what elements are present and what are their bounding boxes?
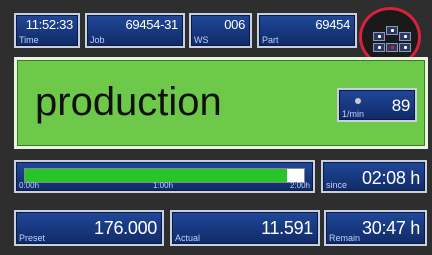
ws-panel[interactable]: 006 WS xyxy=(189,13,252,48)
ws-label: WS xyxy=(194,35,209,45)
rate-value: 89 xyxy=(391,96,411,115)
time-panel: 11:52:33 Time xyxy=(14,13,80,48)
indicator-dot-icon xyxy=(355,98,361,104)
actual-value: 11.591 xyxy=(261,218,313,238)
job-label: Job xyxy=(90,35,105,45)
timeline-tick-mid: 1:00h xyxy=(153,181,174,190)
rate-label: 1/min xyxy=(342,109,365,119)
preset-value: 176.000 xyxy=(94,218,157,238)
since-panel: 02:08 h since xyxy=(321,160,427,193)
since-value: 02:08 h xyxy=(362,168,420,188)
actual-panel: 11.591 Actual xyxy=(170,210,320,246)
ws-value: 006 xyxy=(224,17,245,32)
actual-label: Actual xyxy=(175,233,201,243)
cell-icon xyxy=(373,43,385,52)
job-panel[interactable]: 69454-31 Job xyxy=(85,13,185,48)
timeline-tick-start: 0:00h xyxy=(19,181,40,190)
cell-icon xyxy=(399,43,411,52)
rate-panel: 89 1/min xyxy=(337,88,417,122)
since-label: since xyxy=(326,180,348,190)
alarm-icon xyxy=(386,43,398,52)
remain-value: 30:47 h xyxy=(362,218,420,238)
cell-icon xyxy=(373,32,385,41)
remain-label: Remain xyxy=(329,233,361,243)
remain-panel: 30:47 h Remain xyxy=(324,210,427,246)
timeline-tick-end: 2:00h xyxy=(289,181,310,190)
status-text: production xyxy=(35,80,222,124)
part-panel[interactable]: 69454 Part xyxy=(257,13,357,48)
time-value: 11:52:33 xyxy=(25,17,74,32)
preset-panel[interactable]: 176.000 Preset xyxy=(14,210,164,246)
job-value: 69454-31 xyxy=(125,17,178,32)
cell-icon xyxy=(386,26,398,35)
timeline-panel: 0:00h 1:00h 2:00h xyxy=(14,160,315,193)
machine-status-panel: production 89 1/min xyxy=(14,57,428,149)
preset-label: Preset xyxy=(19,233,46,243)
part-value: 69454 xyxy=(315,17,350,32)
cell-icon xyxy=(399,32,411,41)
part-label: Part xyxy=(262,35,279,45)
time-label: Time xyxy=(19,35,39,45)
